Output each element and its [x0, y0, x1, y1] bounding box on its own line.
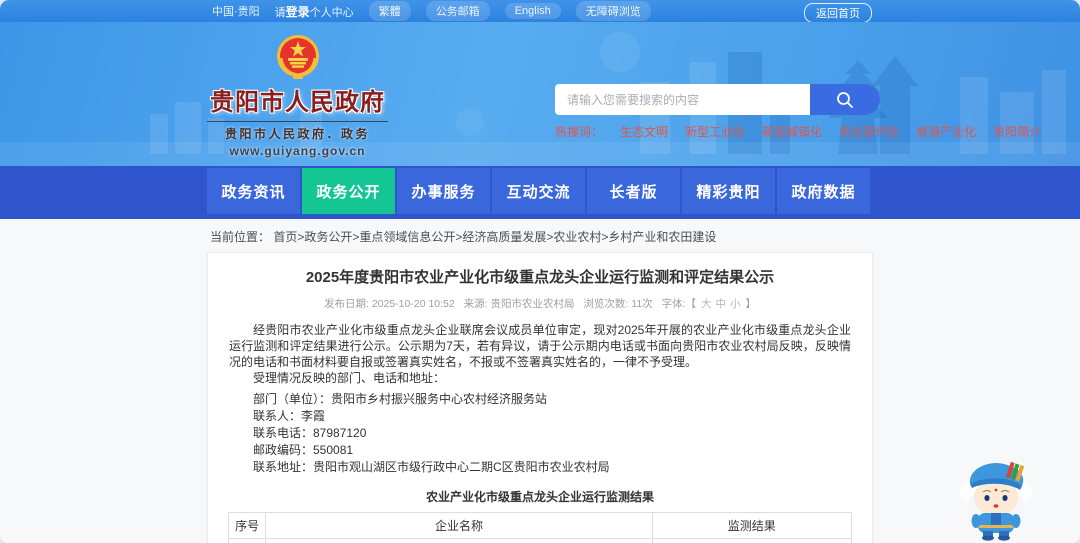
search-button[interactable] [810, 84, 880, 115]
font-size-small-button[interactable]: 小 [730, 298, 741, 310]
article-source: 来源: 贵阳市农业农村局 [463, 298, 575, 310]
city-skyline-decoration [0, 32, 1080, 166]
nav-tab-zhengfu-shuju[interactable]: 政府数据 [777, 168, 870, 214]
search-icon [837, 91, 853, 108]
article-meta: 发布日期: 2025-10-20 10:52 来源: 贵阳市农业农村局 浏览次数… [208, 296, 872, 311]
font-size-label: 字体:【 [661, 298, 696, 310]
browser-page: 中国·贵阳 请登录个人中心 繁體 公务邮箱 English 无障碍浏览 返回首页 [0, 0, 1080, 543]
contact-department: 部门（单位）：贵阳市乡村振兴服务中心农村经济服务站 [253, 392, 548, 406]
login-prefix: 请 [274, 6, 286, 19]
national-emblem-icon [276, 35, 319, 79]
site-logo[interactable]: 贵阳市人民政府 贵阳市人民政府．政务 www.guiyang.gov.cn [205, 34, 390, 158]
logo-divider [207, 121, 388, 122]
search-input[interactable] [555, 84, 810, 115]
result-table-title: 农业产业化市级重点龙头企业运行监测结果 [425, 490, 654, 504]
table-header-row: 序号 企业名称 监测结果 [227, 512, 853, 539]
hot-search-item[interactable]: 农业现代化 [839, 123, 899, 140]
guiyang-mascot[interactable] [950, 456, 1042, 541]
login-bold: 登录 [285, 4, 310, 19]
contact-details: 部门（单位）：贵阳市乡村振兴服务中心农村经济服务站 联系人：李霞 联系电话：87… [229, 391, 851, 476]
breadcrumb-label: 当前位置： [210, 230, 271, 244]
monitoring-result-table: 序号 企业名称 监测结果 1 贵州合力超市采购有限公司 合格 2 贵州友禾种业有… [227, 512, 853, 543]
article-paragraph: 经贵阳市农业产业化市级重点龙头企业联席会议成员单位审定，现对2025年开展的农业… [229, 323, 851, 369]
hot-search-row: 热搜词： 生态文明 新型工业化 新型城镇化 农业现代化 旅游产业化 贵阳简介 [555, 123, 1041, 140]
nav-tab-banshi-fuwu[interactable]: 办事服务 [397, 168, 490, 214]
nav-tab-hudong-jiaoliu[interactable]: 互动交流 [492, 168, 585, 214]
contact-address: 联系地址：贵阳市观山湖区市级行政中心二期C区贵阳市农业农村局 [253, 460, 610, 474]
contact-postcode: 邮政编码：550081 [253, 443, 354, 457]
column-header-result: 监测结果 [651, 512, 853, 539]
font-size-large-button[interactable]: 大 [701, 298, 712, 310]
contact-person: 联系人：李霞 [253, 409, 326, 423]
column-header-no: 序号 [227, 512, 267, 539]
hot-search-item[interactable]: 旅游产业化 [916, 123, 976, 140]
company-name: 贵州合力超市采购有限公司 [265, 538, 653, 543]
traditional-chinese-link[interactable]: 繁體 [368, 1, 411, 21]
table-row: 1 贵州合力超市采购有限公司 合格 [227, 538, 853, 543]
search-bar [555, 84, 880, 115]
breadcrumb: 当前位置： 首页>政务公开>重点领域信息公开>经济高质量发展>农业农村>乡村产业… [210, 228, 716, 245]
login-suffix: 个人中心 [309, 6, 354, 19]
hot-search-item[interactable]: 贵阳简介 [993, 123, 1041, 140]
site-banner: 贵阳市人民政府 贵阳市人民政府．政务 www.guiyang.gov.cn 热搜… [0, 22, 1080, 166]
site-title: 贵阳市人民政府 [210, 89, 385, 116]
nav-tab-zhengwu-gongkai[interactable]: 政务公开 [302, 168, 395, 214]
nav-tab-zhengwu-zixun[interactable]: 政务资讯 [207, 168, 300, 214]
nav-tab-zhangzheban[interactable]: 长者版 [587, 168, 680, 214]
hot-search-label: 热搜词： [555, 125, 604, 139]
official-mail-link[interactable]: 公务邮箱 [425, 1, 490, 21]
article-paragraph: 受理情况反映的部门、电话和地址： [253, 371, 446, 385]
article-title: 2025年度贵阳市农业产业化市级重点龙头企业运行监测和评定结果公示 [305, 269, 775, 286]
contact-phone: 联系电话：87987120 [253, 426, 367, 440]
font-size-label-close: 】 [745, 298, 757, 310]
monitor-result: 合格 [651, 538, 853, 543]
accessibility-link[interactable]: 无障碍浏览 [575, 1, 651, 21]
column-header-company: 企业名称 [265, 512, 653, 539]
nav-tab-jingcai-guiyang[interactable]: 精彩贵阳 [682, 168, 775, 214]
hot-search-item[interactable]: 新型城镇化 [762, 123, 822, 140]
font-size-medium-button[interactable]: 中 [716, 298, 727, 310]
main-nav: 政务资讯 政务公开 办事服务 互动交流 长者版 精彩贵阳 政府数据 [0, 166, 1080, 219]
hot-search-item[interactable]: 生态文明 [620, 123, 668, 140]
region-link[interactable]: 中国·贵阳 [212, 3, 260, 19]
english-link[interactable]: English [504, 3, 561, 19]
return-home-button[interactable]: 返回首页 [804, 3, 872, 23]
site-url: www.guiyang.gov.cn [229, 144, 366, 158]
view-count: 浏览次数: 11次 [583, 298, 653, 310]
top-utility-bar: 中国·贵阳 请登录个人中心 繁體 公务邮箱 English 无障碍浏览 返回首页 [0, 0, 1080, 23]
article-card: 2025年度贵阳市农业产业化市级重点龙头企业运行监测和评定结果公示 发布日期: … [207, 252, 873, 543]
site-subtitle: 贵阳市人民政府．政务 [224, 127, 370, 141]
login-link[interactable]: 请登录个人中心 [275, 3, 354, 20]
page-content: 当前位置： 首页>政务公开>重点领域信息公开>经济高质量发展>农业农村>乡村产业… [0, 219, 1080, 543]
breadcrumb-path[interactable]: 首页>政务公开>重点领域信息公开>经济高质量发展>农业农村>乡村产业和农田建设 [273, 230, 716, 244]
hot-search-item[interactable]: 新型工业化 [685, 123, 745, 140]
publish-date: 发布日期: 2025-10-20 10:52 [323, 298, 455, 310]
article-body: 经贵阳市农业产业化市级重点龙头企业联席会议成员单位审定，现对2025年开展的农业… [208, 311, 872, 476]
row-no: 1 [227, 538, 267, 543]
